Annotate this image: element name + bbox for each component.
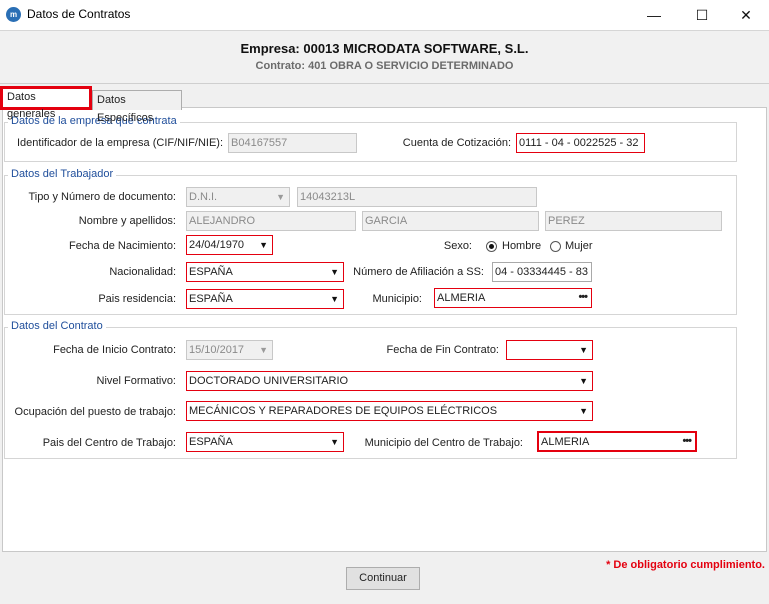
app-icon: m [6, 7, 21, 22]
end-date-picker[interactable]: ▼ [506, 340, 593, 360]
education-level-value: DOCTORADO UNIVERSITARIO [189, 375, 349, 387]
required-fields-note: * De obligatorio cumplimiento. [606, 559, 765, 571]
cuenta-cotizacion-label: Cuenta de Cotización: [402, 137, 511, 149]
country-residence-label: Pais residencia: [98, 293, 176, 305]
birth-date-value: 24/04/1970 [189, 239, 245, 251]
company-title: Empresa: 00013 MICRODATA SOFTWARE, S.L. [240, 41, 529, 56]
contrato-group-title: Datos del Contrato [8, 320, 106, 332]
chevron-down-icon[interactable]: ▼ [579, 341, 588, 359]
municipality-field[interactable]: ALMERIA ••• [434, 288, 592, 308]
municipality-label: Municipio: [372, 293, 422, 305]
chevron-down-icon[interactable]: ▼ [259, 236, 268, 254]
start-date-value: 15/10/2017 [189, 344, 245, 356]
work-municipality-value: ALMERIA [541, 436, 590, 448]
window-title: Datos de Contratos [27, 7, 131, 21]
work-municipality-label: Municipio del Centro de Trabajo: [364, 437, 523, 449]
name-label: Nombre y apellidos: [78, 215, 176, 227]
work-country-label: Pais del Centro de Trabajo: [42, 437, 176, 449]
country-residence-select[interactable]: ESPAÑA ▼ [186, 289, 344, 309]
birth-date-picker[interactable]: 24/04/1970 ▼ [186, 235, 273, 255]
municipality-value: ALMERIA [437, 292, 486, 304]
close-button[interactable]: ✕ [723, 0, 769, 30]
sex-option-mujer-label: Mujer [565, 240, 593, 252]
chevron-down-icon[interactable]: ▼ [330, 263, 339, 281]
country-residence-value: ESPAÑA [189, 293, 233, 305]
title-bar: m Datos de Contratos — ☐ ✕ [0, 0, 769, 30]
empresa-id-label: Identificador de la empresa (CIF/NIF/NIE… [16, 137, 223, 149]
surname1-field: GARCIA [362, 211, 539, 231]
occupation-value: MECÁNICOS Y REPARADORES DE EQUIPOS ELÉCT… [189, 405, 498, 417]
nationality-value: ESPAÑA [189, 266, 233, 278]
chevron-down-icon[interactable]: ▼ [579, 402, 588, 420]
doc-label: Tipo y Número de documento: [28, 191, 176, 203]
cuenta-cotizacion-field[interactable]: 0111 - 04 - 0022525 - 32 [516, 133, 645, 153]
doc-type-select: D.N.I. ▼ [186, 187, 290, 207]
surname2-field: PEREZ [545, 211, 722, 231]
work-municipality-field[interactable]: ALMERIA ••• [537, 431, 697, 452]
education-level-label: Nivel Formativo: [96, 375, 176, 387]
empresa-id-field: B04167557 [228, 133, 357, 153]
work-country-value: ESPAÑA [189, 436, 233, 448]
ellipsis-icon[interactable]: ••• [682, 433, 692, 450]
sex-label: Sexo: [443, 240, 472, 252]
continue-button[interactable]: Continuar [346, 567, 420, 590]
chevron-down-icon[interactable]: ▼ [579, 372, 588, 390]
maximize-button[interactable]: ☐ [679, 0, 725, 30]
doc-type-value: D.N.I. [189, 191, 218, 203]
contract-subtitle: Contrato: 401 OBRA O SERVICIO DETERMINAD… [255, 60, 514, 72]
chevron-down-icon: ▼ [259, 345, 268, 355]
trabajador-group-title: Datos del Trabajador [8, 168, 117, 180]
occupation-label: Ocupación del puesto de trabajo: [14, 406, 176, 418]
doc-number-field: 14043213L [297, 187, 537, 207]
chevron-down-icon[interactable]: ▼ [330, 290, 339, 308]
occupation-select[interactable]: MECÁNICOS Y REPARADORES DE EQUIPOS ELÉCT… [186, 401, 593, 421]
first-name-field: ALEJANDRO [186, 211, 356, 231]
sex-radio-mujer[interactable] [550, 241, 561, 252]
ss-affiliation-field[interactable]: 04 - 03334445 - 83 [492, 262, 592, 282]
tab-datos-generales[interactable]: Datos generales [0, 86, 92, 120]
chevron-down-icon: ▼ [276, 192, 285, 202]
chevron-down-icon[interactable]: ▼ [330, 433, 339, 451]
nationality-label: Nacionalidad: [109, 266, 176, 278]
sex-radio-hombre[interactable] [486, 241, 497, 252]
header: Empresa: 00013 MICRODATA SOFTWARE, S.L. … [0, 30, 769, 84]
start-date-picker: 15/10/2017 ▼ [186, 340, 273, 360]
work-country-select[interactable]: ESPAÑA ▼ [186, 432, 344, 452]
minimize-button[interactable]: — [631, 0, 677, 30]
ss-affiliation-label: Número de Afiliación a SS: [353, 266, 484, 278]
tab-datos-especificos[interactable]: Datos Específicos [92, 90, 182, 124]
education-level-select[interactable]: DOCTORADO UNIVERSITARIO ▼ [186, 371, 593, 391]
nationality-select[interactable]: ESPAÑA ▼ [186, 262, 344, 282]
ellipsis-icon[interactable]: ••• [578, 289, 588, 306]
end-date-label: Fecha de Fin Contrato: [386, 344, 499, 356]
birth-date-label: Fecha de Nacimiento: [69, 240, 176, 252]
sex-option-hombre-label: Hombre [502, 240, 542, 252]
start-date-label: Fecha de Inicio Contrato: [53, 344, 176, 356]
